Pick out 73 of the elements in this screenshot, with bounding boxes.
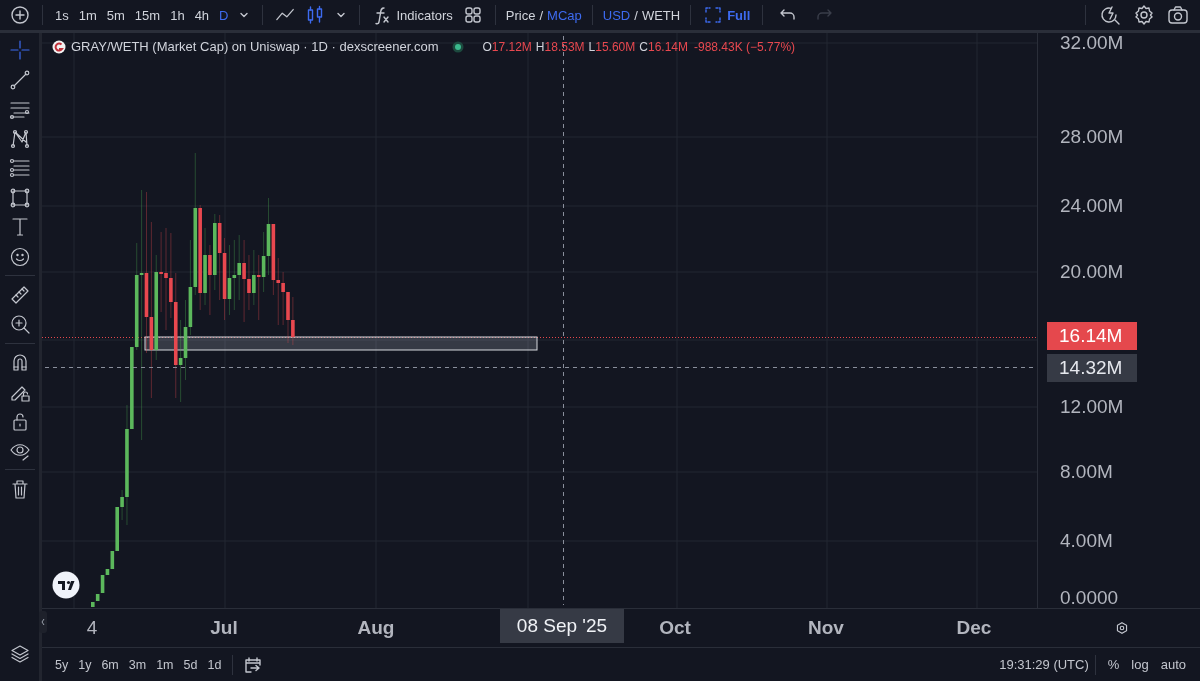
layers-icon[interactable] bbox=[8, 643, 31, 665]
time-tick: Oct bbox=[659, 617, 691, 639]
interval-button[interactable]: 15m bbox=[130, 3, 165, 27]
price-tick: 4.00M bbox=[1060, 529, 1113, 553]
ohlc-value: 18.53M bbox=[544, 39, 585, 54]
indicators-button[interactable]: Indicators bbox=[368, 1, 457, 29]
interval-button[interactable]: 1s bbox=[51, 3, 73, 27]
scale-option-button[interactable]: log bbox=[1125, 655, 1155, 674]
scale-option-button[interactable]: % bbox=[1101, 655, 1126, 674]
currency-toggle[interactable]: USD bbox=[600, 3, 633, 27]
price-tick: 8.00M bbox=[1060, 460, 1113, 484]
ohlc-label: O bbox=[482, 39, 492, 54]
pattern-icon[interactable] bbox=[8, 127, 31, 150]
ohlc-label: L bbox=[588, 39, 596, 54]
price-mode-toggle[interactable]: Price bbox=[503, 3, 538, 27]
settings-icon[interactable] bbox=[1133, 4, 1155, 26]
tradingview-logo-icon[interactable] bbox=[52, 571, 80, 599]
ohlc-label: C bbox=[639, 39, 648, 54]
interval-button[interactable]: 4h bbox=[190, 3, 214, 27]
time-tick: 4 bbox=[86, 617, 98, 639]
interval-button[interactable]: 5m bbox=[102, 3, 129, 27]
separator-text: / bbox=[633, 7, 639, 23]
time-tick: Aug bbox=[357, 617, 395, 639]
settings-icon[interactable] bbox=[1115, 621, 1129, 635]
separator-text: / bbox=[538, 7, 545, 23]
rectangle-icon[interactable] bbox=[8, 186, 31, 209]
price-mode-toggle[interactable]: MCap bbox=[545, 3, 584, 27]
fullscreen-button[interactable]: Full bbox=[699, 1, 755, 29]
range-button[interactable]: 6m bbox=[96, 655, 124, 674]
crosshair-price-label: 14.32M bbox=[1047, 354, 1137, 382]
token-logo-icon bbox=[52, 39, 66, 54]
range-button[interactable]: 5d bbox=[178, 655, 203, 674]
alert-icon[interactable] bbox=[1099, 4, 1121, 26]
range-button[interactable]: 5y bbox=[50, 655, 74, 674]
fib-lines-icon[interactable] bbox=[8, 157, 31, 179]
add-icon[interactable] bbox=[10, 5, 30, 25]
interval-button[interactable]: D bbox=[215, 3, 233, 27]
price-tick: 20.00M bbox=[1060, 260, 1124, 284]
zoom-in-icon[interactable] bbox=[8, 313, 31, 335]
price-tick: 0.0000 bbox=[1060, 586, 1119, 610]
ohlc-label: H bbox=[535, 39, 545, 54]
price-tick: 28.00M bbox=[1060, 125, 1124, 149]
ohlc-value: 17.12M bbox=[491, 39, 532, 54]
price-change: -988.43K (−5.77%) bbox=[694, 39, 796, 54]
ohlc-value: 16.14M bbox=[647, 39, 688, 54]
zone-rectangle[interactable] bbox=[144, 336, 538, 351]
price-tick: 12.00M bbox=[1060, 395, 1124, 419]
crosshair-date-label: 08 Sep '25 bbox=[500, 609, 624, 643]
trend-line-icon[interactable] bbox=[8, 68, 31, 91]
chart-title: GRAY/WETH (Market Cap) on Uniswap · 1D · dexscreener.com bbox=[71, 39, 439, 54]
interval-button[interactable]: 1h bbox=[166, 3, 189, 27]
time-tick: Dec bbox=[956, 617, 992, 639]
scale-option-button[interactable]: auto bbox=[1154, 655, 1192, 674]
layout-grid-icon[interactable] bbox=[462, 5, 483, 25]
last-price-label: 16.14M bbox=[1047, 322, 1137, 350]
interval-button[interactable]: 1m bbox=[74, 3, 101, 27]
smiley-icon[interactable] bbox=[8, 245, 31, 268]
currency-toggle[interactable]: WETH bbox=[639, 3, 683, 27]
time-tick: Nov bbox=[808, 617, 844, 639]
range-button[interactable]: 3m bbox=[123, 655, 152, 674]
calendar-icon[interactable] bbox=[243, 654, 264, 675]
status-dot-icon bbox=[452, 40, 465, 53]
collapse-icon[interactable] bbox=[39, 611, 47, 633]
time-tick: Jul bbox=[210, 617, 238, 639]
range-button[interactable]: 1m bbox=[151, 655, 179, 674]
range-button[interactable]: 1d bbox=[202, 655, 227, 674]
fullscreen-icon bbox=[703, 5, 724, 25]
ohlc-value: 15.60M bbox=[595, 39, 636, 54]
camera-icon[interactable] bbox=[1167, 4, 1189, 26]
price-tick: 24.00M bbox=[1060, 194, 1124, 218]
price-tick: 32.00M bbox=[1060, 31, 1124, 55]
clock-time: 19:31:29 (UTC) bbox=[999, 657, 1089, 672]
range-button[interactable]: 1y bbox=[73, 655, 97, 674]
